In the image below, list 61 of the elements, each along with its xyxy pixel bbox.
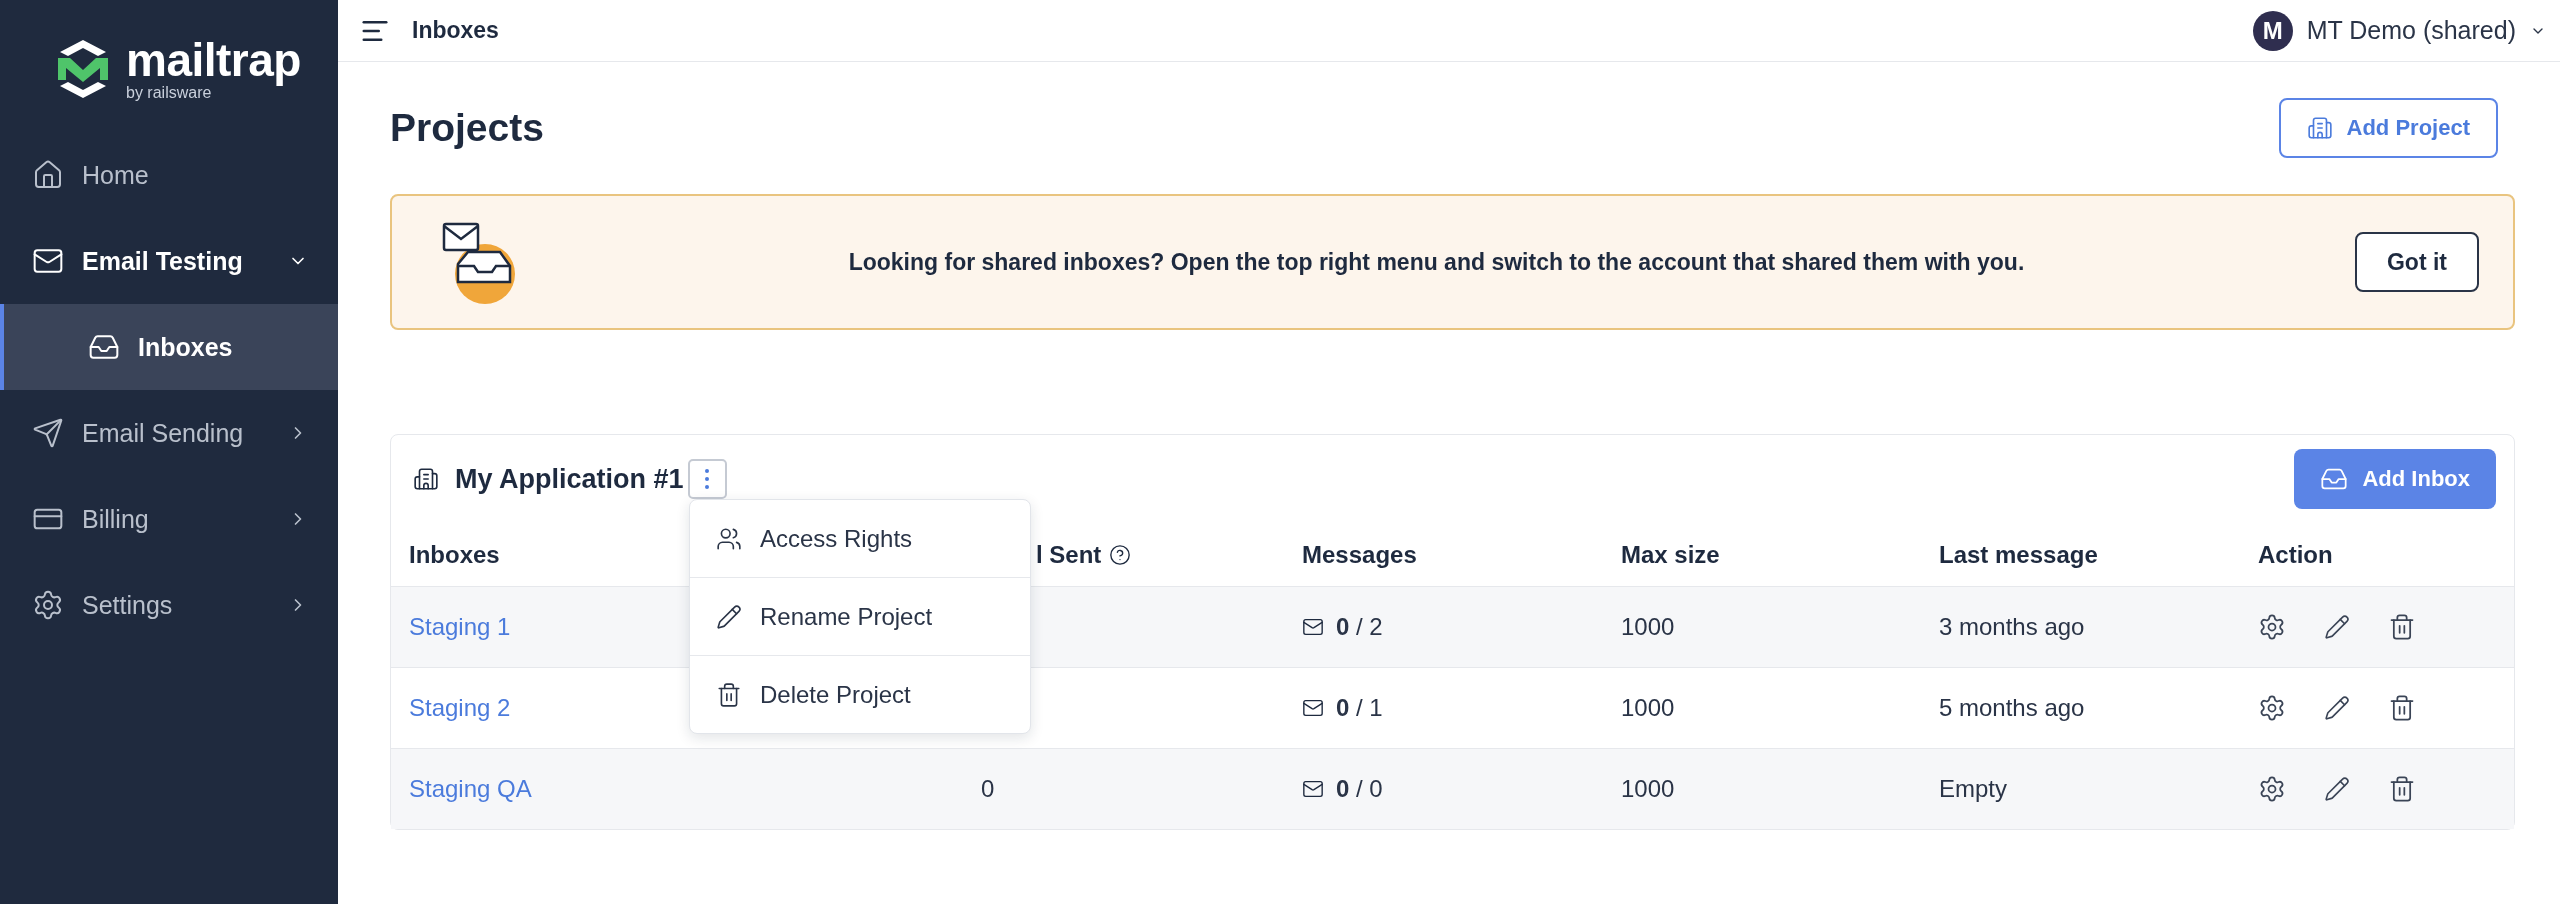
mail-icon [1302,697,1324,719]
logo-tagline: by railsware [126,85,212,101]
pencil-icon[interactable] [2324,614,2350,640]
home-icon [32,159,64,191]
column-header: Messages [1302,540,1417,569]
pencil-icon[interactable] [2324,695,2350,721]
settings-icon[interactable] [2258,694,2286,722]
add-project-button[interactable]: Add Project [2278,98,2498,158]
mail-icon [1302,778,1324,800]
got-it-button[interactable]: Got it [2354,232,2479,292]
mail-icon [1302,616,1324,638]
sidebar-item[interactable]: Home [0,132,338,218]
table-cell: 1000 [1621,613,1675,641]
add-inbox-button[interactable]: Add Inbox [2294,449,2496,509]
table-cell: 1000 [1621,775,1675,803]
column-header: Inboxes [409,540,500,569]
table-cell: 0 / 2 [1336,613,1383,641]
sidebar-item[interactable]: Email Testing [0,218,338,304]
table-cell: 5 months ago [1939,694,2085,722]
column-header: Last message [1939,540,2098,569]
building-icon [413,466,439,492]
column-header: l Sent [1036,540,1102,569]
project-name: My Application #1 [455,463,684,495]
avatar: M [2252,10,2293,51]
inbox-link[interactable]: Staging 1 [409,613,511,641]
column-header: Max size [1621,540,1720,569]
trash-icon[interactable] [2388,613,2416,641]
sidebar-item[interactable]: Inboxes [0,304,338,390]
pencil-icon [716,603,742,630]
sidebar-item[interactable]: Email Sending [0,390,338,476]
inbox-link[interactable]: Staging QA [409,775,532,803]
pencil-icon[interactable] [2324,776,2350,802]
send-icon [32,417,64,449]
help-icon[interactable] [1109,543,1132,566]
column-header: Action [2258,540,2333,569]
kebab-menu-button[interactable] [687,459,727,499]
users-icon [716,525,742,552]
table-cell: 0 / 0 [1336,775,1383,803]
account-menu[interactable]: M MT Demo (shared) [2252,10,2546,51]
table-cell: Empty [1939,775,2007,803]
table-cell: 1000 [1621,694,1675,722]
banner-text: Looking for shared inboxes? Open the top right menu and switch to the account that shared them with you. [847,248,2026,276]
table-cell: 3 months ago [1939,613,2085,641]
settings-icon [32,589,64,621]
kebab-icon [704,468,711,490]
sidebar-item[interactable]: Billing [0,476,338,562]
page-title: Projects [390,106,544,150]
settings-icon[interactable] [2258,613,2286,641]
building-icon [2306,115,2333,141]
trash-icon[interactable] [2388,694,2416,722]
menu-item[interactable]: Access Rights [690,500,1030,577]
table-cell: 0 [981,775,995,803]
trash-icon[interactable] [2388,775,2416,803]
top-bar-title: Inboxes [412,17,500,44]
trash-icon [716,681,742,708]
menu-item[interactable]: Rename Project [690,577,1030,655]
table-cell: 0 / 1 [1336,694,1383,722]
inbox-link[interactable]: Staging 2 [409,694,511,722]
sidebar-item[interactable]: Settings [0,562,338,648]
settings-icon[interactable] [2258,775,2286,803]
menu-item[interactable]: Delete Project [690,655,1030,733]
